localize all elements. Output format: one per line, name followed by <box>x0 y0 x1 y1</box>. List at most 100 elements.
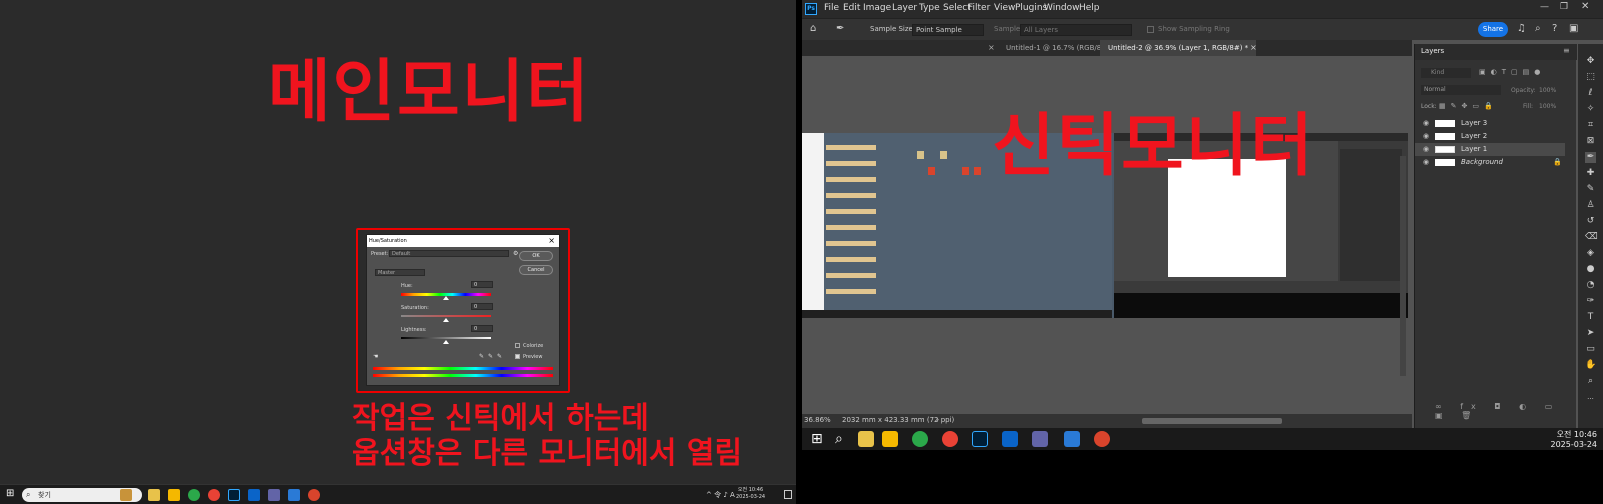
outlook-icon[interactable] <box>1002 431 1018 447</box>
sintik-clock[interactable]: 오전 10:46 2025-03-24 <box>1551 430 1598 450</box>
eyedropper-icons[interactable]: ✎✎✎ <box>479 353 506 360</box>
layer-row[interactable]: ◉ Background 🔒 <box>1415 156 1565 169</box>
edge-icon[interactable] <box>188 489 200 501</box>
search-icon[interactable]: ⌕ <box>835 431 843 447</box>
brush-tool-icon[interactable]: ✎ <box>1585 184 1596 195</box>
eyedropper-icon[interactable]: ✒ <box>836 23 844 34</box>
blur-tool-icon[interactable]: ● <box>1585 264 1596 275</box>
marquee-tool-icon[interactable]: ⬚ <box>1585 72 1596 83</box>
eye-icon[interactable]: ◉ <box>1423 117 1429 130</box>
menu-layer[interactable]: Layer <box>892 3 917 13</box>
search-icon[interactable]: ⌕ <box>1535 23 1541 34</box>
restore-icon[interactable]: ❐ <box>1560 2 1568 12</box>
menu-plugins[interactable]: Plugins <box>1015 3 1047 13</box>
app-a-icon[interactable] <box>882 431 898 447</box>
history-brush-tool-icon[interactable]: ↺ <box>1585 216 1596 227</box>
cancel-button[interactable]: Cancel <box>519 265 553 275</box>
show-ring-checkbox[interactable] <box>1147 26 1154 33</box>
tab-close-icon[interactable]: × <box>988 43 995 52</box>
close-icon[interactable]: ✕ <box>1581 1 1589 12</box>
zoom-level[interactable]: 36.86% <box>804 416 831 424</box>
app-blue-icon[interactable] <box>288 489 300 501</box>
share-button[interactable]: Share <box>1478 22 1508 37</box>
hand-icon[interactable]: ☚ <box>373 353 378 360</box>
menu-type[interactable]: Type <box>919 3 940 13</box>
stamp-tool-icon[interactable]: ♙ <box>1585 200 1596 211</box>
zoom-tool-icon[interactable]: ⌕ <box>1585 376 1596 387</box>
saturation-value[interactable]: 0 <box>471 303 493 310</box>
menu-select[interactable]: Select <box>943 3 971 13</box>
notification-icon[interactable] <box>784 490 792 499</box>
menu-view[interactable]: View <box>994 3 1015 13</box>
layer-action-icons[interactable]: ∞ fx ◘ ◐ ▭ ▣ 🗑 <box>1435 402 1576 420</box>
lock-icons[interactable]: ▦✎✥▭🔒 <box>1439 102 1498 110</box>
chrome-icon[interactable] <box>942 431 958 447</box>
powerpoint-icon[interactable] <box>308 489 320 501</box>
menu-help[interactable]: Help <box>1079 3 1100 13</box>
crop-tool-icon[interactable]: ⌗ <box>1585 120 1596 131</box>
preview-checkbox[interactable] <box>515 354 520 359</box>
kind-filter[interactable]: Kind <box>1421 68 1471 78</box>
eraser-tool-icon[interactable]: ⌫ <box>1585 232 1598 243</box>
layer-row-selected[interactable]: ◉ Layer 1 <box>1415 143 1565 156</box>
saturation-slider[interactable] <box>401 315 491 317</box>
magic-wand-tool-icon[interactable]: ✧ <box>1585 104 1596 115</box>
type-tool-icon[interactable]: T <box>1585 312 1596 323</box>
horizontal-scrollbar[interactable] <box>1142 418 1282 424</box>
blend-mode-select[interactable]: Normal <box>1421 85 1501 95</box>
move-tool-icon[interactable]: ✥ <box>1585 56 1596 67</box>
dodge-tool-icon[interactable]: ◔ <box>1585 280 1596 291</box>
lightness-slider[interactable] <box>401 337 491 339</box>
channel-select[interactable]: Master <box>375 269 425 276</box>
frame-tool-icon[interactable]: ⊠ <box>1585 136 1596 147</box>
more-tools-icon[interactable]: ··· <box>1585 394 1596 405</box>
windows-start-icon[interactable]: ⊞ <box>6 488 14 499</box>
pen-tool-icon[interactable]: ✑ <box>1585 296 1596 307</box>
menu-edit[interactable]: Edit <box>843 3 860 13</box>
main-clock[interactable]: 오전 10:46 2025-03-24 <box>736 487 765 501</box>
paint-bucket-tool-icon[interactable]: ◈ <box>1585 248 1596 259</box>
menu-filter[interactable]: Filter <box>968 3 990 13</box>
eyedropper-tool-icon[interactable]: ✒ <box>1585 152 1596 163</box>
powerpoint-icon[interactable] <box>1094 431 1110 447</box>
file-explorer-icon[interactable] <box>148 489 160 501</box>
outlook-icon[interactable] <box>248 489 260 501</box>
colorize-checkbox[interactable] <box>515 343 520 348</box>
vertical-scrollbar[interactable] <box>1400 156 1406 376</box>
menu-file[interactable]: File <box>824 3 839 13</box>
help-icon[interactable]: ? <box>1552 23 1557 34</box>
edge-icon[interactable] <box>912 431 928 447</box>
fill-value[interactable]: 100% <box>1539 103 1556 110</box>
shape-tool-icon[interactable]: ▭ <box>1585 344 1596 355</box>
layer-row[interactable]: ◉ Layer 3 <box>1415 117 1565 130</box>
tab-close-icon[interactable]: × <box>1250 43 1257 52</box>
photoshop-icon[interactable] <box>228 489 240 501</box>
gear-icon[interactable]: ⚙ <box>513 250 518 257</box>
filter-icons[interactable]: ▣◐T▢▤● <box>1479 68 1545 76</box>
minimize-icon[interactable]: — <box>1540 2 1549 12</box>
close-icon[interactable]: × <box>548 236 555 245</box>
preset-select[interactable]: Default <box>389 250 509 257</box>
chrome-icon[interactable] <box>208 489 220 501</box>
hue-value[interactable]: 0 <box>471 281 493 288</box>
tab-untitled-1[interactable]: Untitled-1 @ 16.7% (RGB/8) <box>998 40 1112 56</box>
tab-untitled-2[interactable]: Untitled-2 @ 36.9% (Layer 1, RGB/8#) * <box>1100 40 1257 56</box>
layer-row[interactable]: ◉ Layer 2 <box>1415 130 1565 143</box>
windows-start-icon[interactable]: ⊞ <box>811 431 823 447</box>
eye-icon[interactable]: ◉ <box>1423 143 1429 156</box>
ok-button[interactable]: OK <box>519 251 553 261</box>
path-selection-tool-icon[interactable]: ➤ <box>1585 328 1596 339</box>
panel-menu-icon[interactable]: ≡ <box>1563 46 1570 55</box>
file-explorer-icon[interactable] <box>858 431 874 447</box>
menu-image[interactable]: Image <box>863 3 891 13</box>
app-blue-icon[interactable] <box>1064 431 1080 447</box>
eye-icon[interactable]: ◉ <box>1423 156 1429 169</box>
bell-icon[interactable]: ♫ <box>1517 23 1526 34</box>
lightness-slider-thumb[interactable] <box>443 340 449 344</box>
hue-slider-thumb[interactable] <box>443 296 449 300</box>
canvas-area[interactable]: 신틱모니터 <box>802 56 1412 416</box>
chevron-right-icon[interactable]: › <box>936 415 939 424</box>
teams-icon[interactable] <box>268 489 280 501</box>
opacity-value[interactable]: 100% <box>1539 87 1556 94</box>
app-a-icon[interactable] <box>168 489 180 501</box>
